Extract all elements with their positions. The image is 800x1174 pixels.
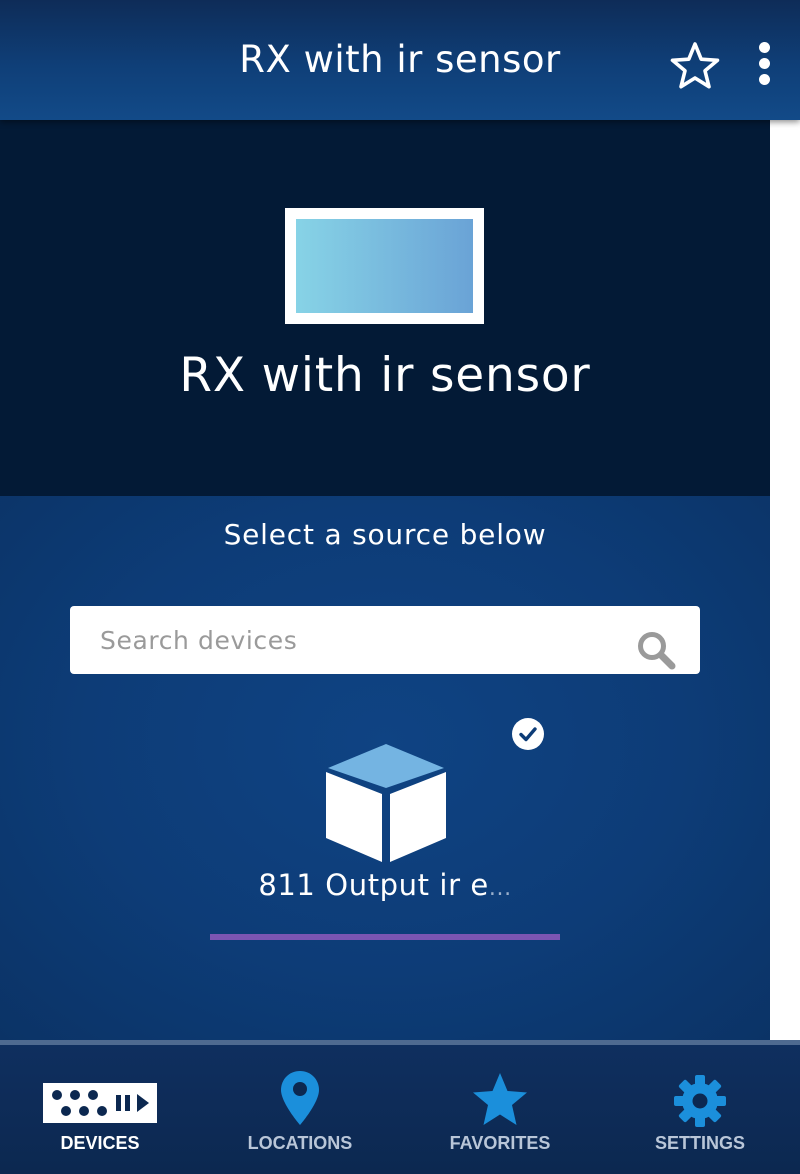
star-icon xyxy=(473,1073,527,1125)
device-name: RX with ir sensor xyxy=(179,348,591,403)
nav-label-settings: SETTINGS xyxy=(654,1133,745,1153)
nav-item-devices[interactable]: DEVICES xyxy=(0,1045,200,1174)
nav-label-locations: LOCATIONS xyxy=(247,1133,353,1153)
nav-item-settings[interactable]: SETTINGS xyxy=(600,1045,800,1174)
top-app-bar: RX with ir sensor xyxy=(0,0,800,120)
more-options-icon[interactable] xyxy=(748,38,782,90)
nav-label-devices: DEVICES xyxy=(60,1133,140,1153)
scrollbar[interactable] xyxy=(770,120,800,1040)
display-icon xyxy=(285,208,484,324)
select-source-label: Select a source below xyxy=(223,518,547,551)
bottom-navigation: DEVICES LOCATIONS FAVORITES SETTINGS xyxy=(0,1040,800,1174)
nav-item-locations[interactable]: LOCATIONS xyxy=(200,1045,400,1174)
device-hero: RX with ir sensor xyxy=(0,120,770,496)
app-root: RX with ir sensor RX with ir sensor Sele… xyxy=(0,0,800,1174)
device-label-text: 811 Output ir e xyxy=(258,868,489,902)
location-pin-icon xyxy=(281,1071,319,1125)
search-icon[interactable] xyxy=(636,630,678,672)
selected-check-icon xyxy=(512,718,544,750)
gear-icon xyxy=(674,1075,726,1127)
nav-item-favorites[interactable]: FAVORITES xyxy=(400,1045,600,1174)
box-icon xyxy=(322,742,450,866)
devices-icon xyxy=(43,1083,157,1123)
nav-label-favorites: FAVORITES xyxy=(449,1133,551,1153)
selection-underline xyxy=(210,934,560,940)
favorite-star-icon[interactable] xyxy=(668,40,722,94)
device-label: 811 Output ir e... xyxy=(210,868,560,902)
truncation-ellipsis: ... xyxy=(488,876,512,901)
source-selection-panel: Select a source below 811 Output xyxy=(0,496,770,1040)
search-input[interactable] xyxy=(70,606,700,674)
device-tile[interactable]: 811 Output ir e... xyxy=(210,718,560,946)
